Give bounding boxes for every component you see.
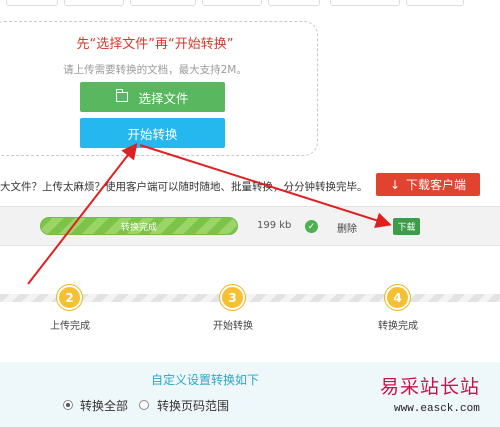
step-3-badge: 3 <box>220 285 245 310</box>
watermark-url: www.easck.com <box>394 403 480 415</box>
download-client-button[interactable]: ↓ 下载客户端 <box>376 173 480 196</box>
upload-instruction-title: 先“选择文件”再“开始转换” <box>76 37 234 52</box>
top-tab[interactable] <box>330 0 400 6</box>
step-3-label: 开始转换 <box>213 321 253 332</box>
download-file-label: 下载 <box>397 223 416 233</box>
top-tab[interactable] <box>64 0 124 6</box>
watermark-logo: 易采站长站 www.easck.com <box>380 370 495 425</box>
top-tab-strip <box>0 0 500 8</box>
step-2-badge: 2 <box>57 285 82 310</box>
select-file-label: 选择文件 <box>138 90 189 106</box>
radio-convert-all[interactable] <box>63 400 73 410</box>
progress-label: 转换完成 <box>120 222 157 233</box>
top-tab[interactable] <box>406 0 464 6</box>
top-tab[interactable] <box>268 0 320 6</box>
radio-page-range[interactable] <box>139 400 149 410</box>
step-4-label: 转换完成 <box>378 321 418 332</box>
top-tab[interactable] <box>202 0 262 6</box>
folder-icon <box>115 89 129 102</box>
settings-title: 自定义设置转换如下 <box>150 373 259 387</box>
download-file-button[interactable]: 下载 <box>393 218 420 235</box>
download-client-label: 下载客户端 <box>406 178 467 192</box>
step-4-badge: 4 <box>385 285 410 310</box>
watermark-title: 易采站长站 <box>380 376 481 398</box>
step-2-label: 上传完成 <box>50 321 90 332</box>
top-tab[interactable] <box>130 0 196 6</box>
conversion-progress-bar: 转换完成 <box>40 217 238 235</box>
file-row: 转换完成 199 kb ✓ 删除 下载 <box>0 206 500 246</box>
download-arrow-icon: ↓ <box>389 177 401 192</box>
file-size: 199 kb <box>257 220 292 231</box>
radio-page-range-label[interactable]: 转换页码范围 <box>157 397 229 414</box>
radio-convert-all-label[interactable]: 转换全部 <box>80 397 128 414</box>
check-icon: ✓ <box>305 220 318 233</box>
converter-page: 先“选择文件”再“开始转换” 请上传需要转换的文档，最大支持2M。 选择文件 开… <box>0 0 500 427</box>
top-tab[interactable] <box>6 0 58 6</box>
client-promo-text: 大文件？上传太麻烦？使用客户端可以随时随地、批量转换，分分钟转换完毕。 <box>0 181 368 193</box>
delete-link[interactable]: 删除 <box>337 220 357 235</box>
start-convert-label: 开始转换 <box>127 126 178 142</box>
start-convert-button[interactable]: 开始转换 <box>80 118 225 148</box>
select-file-button[interactable]: 选择文件 <box>80 82 225 112</box>
upload-hint: 请上传需要转换的文档，最大支持2M。 <box>63 64 247 76</box>
